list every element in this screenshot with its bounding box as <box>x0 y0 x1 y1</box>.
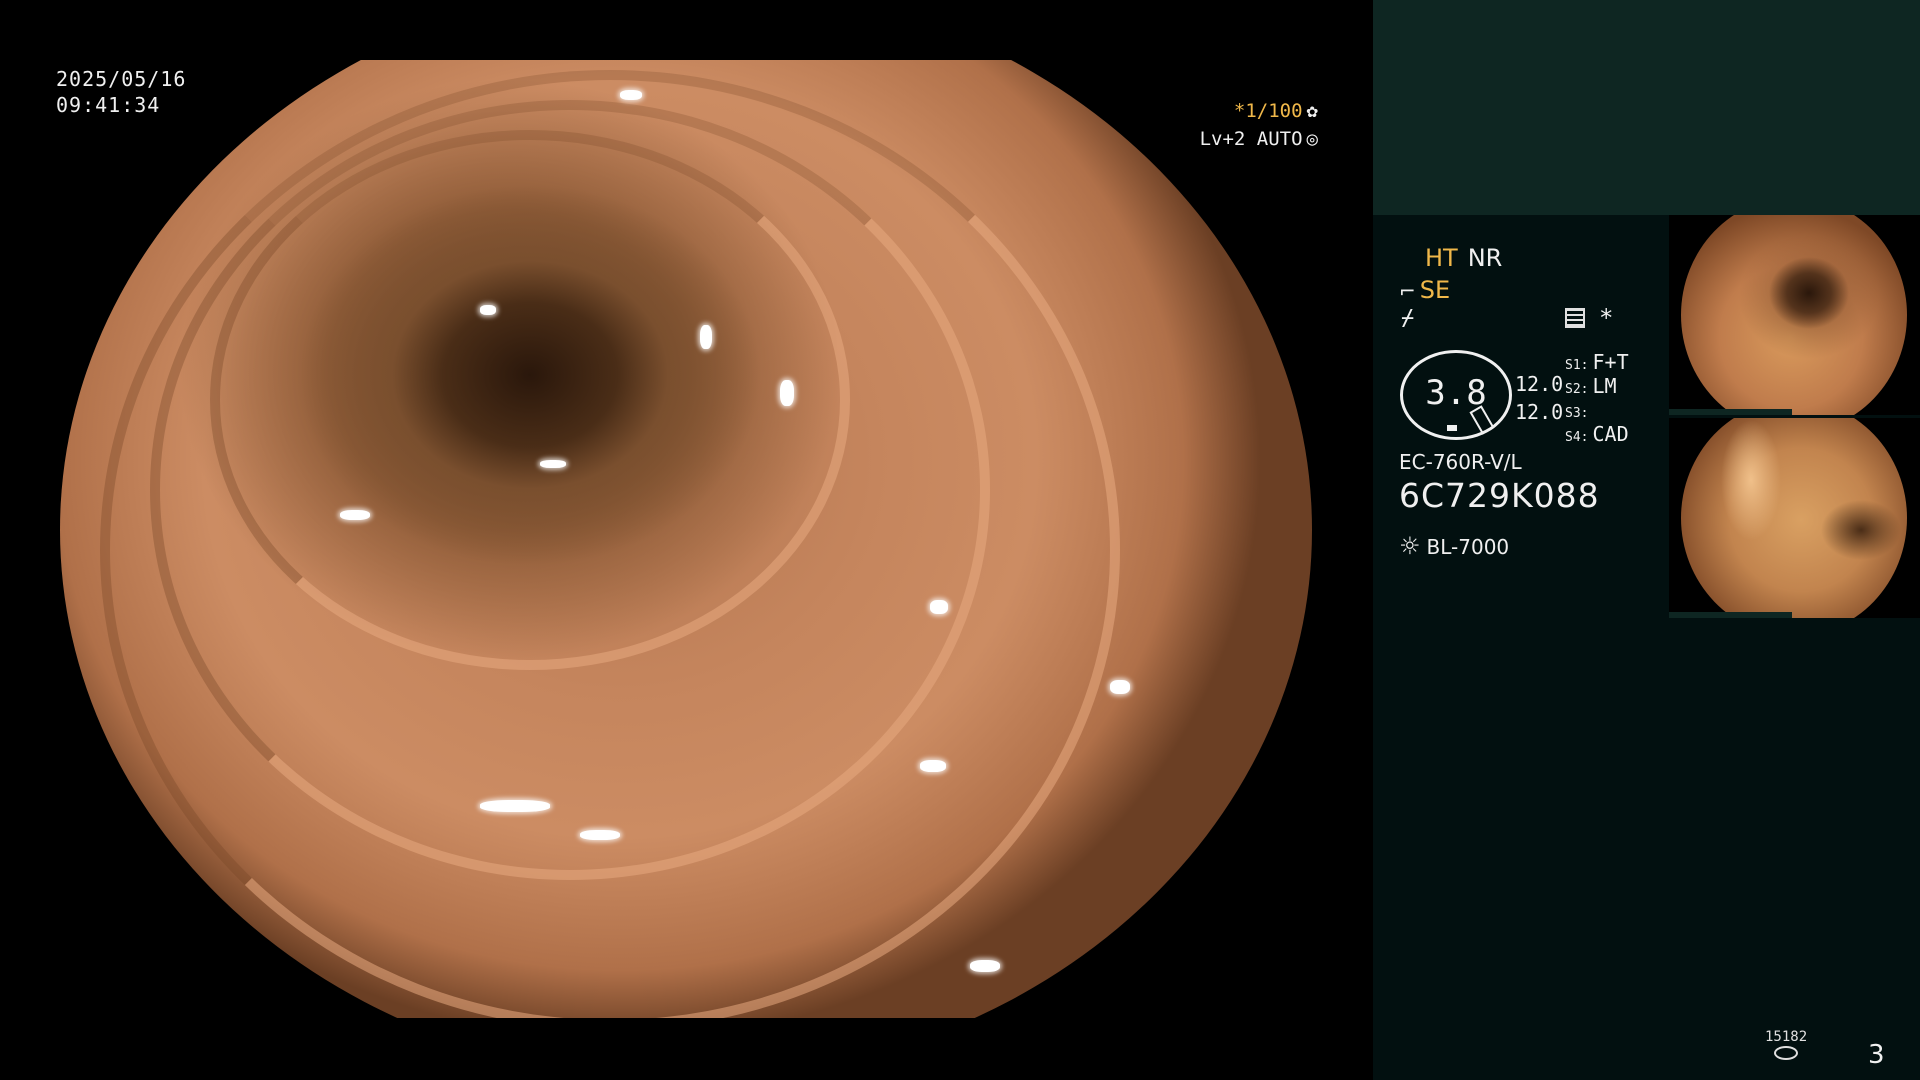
s-mode-4: S4: CAD <box>1565 422 1629 446</box>
scope-model: EC-760R-V/L <box>1399 450 1522 474</box>
specular-highlight <box>930 600 948 614</box>
grid-icon <box>1565 308 1585 328</box>
s-mode-key: S4: <box>1565 430 1589 445</box>
specular-highlight <box>780 380 794 406</box>
level-auto-text: Lv+2 AUTO <box>1199 128 1303 150</box>
structure-icon: ⌐ <box>1399 279 1416 303</box>
thumbnail-bar <box>1669 612 1792 618</box>
dial-value: 3.8 <box>1425 373 1487 413</box>
value-1: 12.0 <box>1515 372 1564 396</box>
s-mode-key: S2: <box>1565 382 1589 397</box>
datetime-display: 2025/05/16 09:41:34 <box>56 66 186 118</box>
storage-indicator: 15182 <box>1765 1030 1807 1060</box>
s-mode-key: S3: <box>1565 406 1589 421</box>
flash-icon: ⌿ <box>1401 306 1415 331</box>
thumbnail-bar <box>1669 409 1792 415</box>
thumbnail-image <box>1681 215 1907 415</box>
s-mode-value: LM <box>1592 374 1617 398</box>
s-mode-value: CAD <box>1592 422 1629 446</box>
disk-icon <box>1774 1046 1799 1060</box>
specular-highlight <box>480 305 496 315</box>
light-source-icon: ☼ <box>1399 532 1421 560</box>
dial-marker <box>1447 425 1457 431</box>
specular-highlight <box>1110 680 1130 694</box>
shutter-indicator: *1/100 ✿ <box>1234 100 1318 122</box>
time-text: 09:41:34 <box>56 93 161 117</box>
value-2: 12.0 <box>1515 400 1564 424</box>
captured-thumbnail[interactable] <box>1669 418 1920 618</box>
ht-mode: HT <box>1425 244 1458 272</box>
s-mode-3: S3: <box>1565 398 1592 422</box>
s-mode-2: S2: LM <box>1565 374 1617 398</box>
specular-highlight <box>700 325 712 349</box>
mucosal-fold <box>100 70 1120 1018</box>
aperture-icon: ✿ <box>1306 100 1318 122</box>
date-text: 2025/05/16 <box>56 67 187 91</box>
se-mode: SE <box>1419 276 1451 304</box>
s-mode-key: S1: <box>1565 358 1589 373</box>
specular-highlight <box>920 760 946 772</box>
scope-serial: 6C729K088 <box>1399 476 1600 515</box>
nr-mode: NR <box>1467 244 1503 272</box>
level-auto-indicator: Lv+2 AUTO ◎ <box>1200 128 1318 150</box>
endoscopic-image <box>60 60 1312 1018</box>
shutter-text: *1/100 <box>1233 100 1303 122</box>
specular-highlight <box>970 960 1000 972</box>
star-icon: * <box>1599 304 1614 332</box>
s-mode-value: F+T <box>1592 350 1629 374</box>
specular-highlight <box>540 460 566 468</box>
light-source: ☼ BL-7000 <box>1399 532 1509 560</box>
mode-indicators: HT NR <box>1425 244 1502 272</box>
thumbnail-image <box>1681 418 1907 618</box>
page-number: 3 <box>1868 1040 1885 1070</box>
endoscope-view: 2025/05/16 09:41:34 *1/100 ✿ Lv+2 AUTO ◎ <box>0 0 1373 1080</box>
panel-header-area <box>1373 0 1920 215</box>
se-mode-row: ⌐ SE <box>1399 276 1450 304</box>
specular-highlight <box>480 800 550 812</box>
light-source-label: BL-7000 <box>1426 535 1510 559</box>
storage-count: 15182 <box>1765 1029 1808 1045</box>
specular-highlight <box>620 90 642 100</box>
iris-icon: ◎ <box>1306 128 1318 150</box>
specular-highlight <box>340 510 370 520</box>
zoom-dial: 3.8 <box>1400 350 1512 440</box>
captured-thumbnail[interactable] <box>1669 215 1920 415</box>
status-panel: HT NR ⌐ SE ⌿ * 3.8 12.0 12.0 S1: F+T S2: LM … <box>1373 0 1920 1080</box>
specular-highlight <box>580 830 620 840</box>
s-mode-1: S1: F+T <box>1565 350 1629 374</box>
